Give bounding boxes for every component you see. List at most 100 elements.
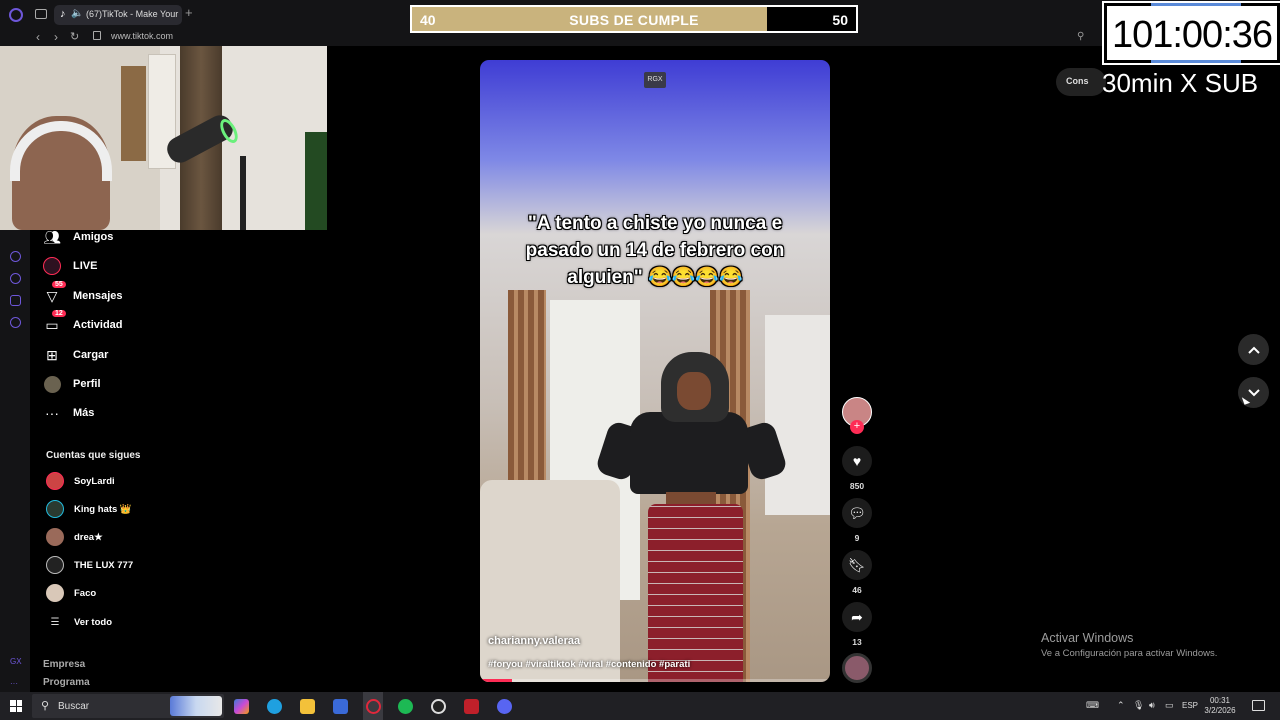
edge-icon[interactable] (267, 699, 282, 714)
avatar (46, 472, 64, 490)
music-disc-icon[interactable] (842, 653, 872, 683)
footer-link-empresa[interactable]: Empresa (43, 659, 85, 670)
search-highlight-image (170, 696, 222, 716)
sidebar-item-mas[interactable]: ··· Más (42, 402, 192, 424)
subs-goal-bar: 40 SUBS DE CUMPLE 50 (410, 5, 858, 33)
speaker-icon[interactable]: 🔈 (71, 8, 83, 19)
tab-title: (67)TikTok - Make Your Day (86, 9, 179, 19)
search-placeholder: Buscar (58, 701, 90, 712)
settings-icon[interactable] (10, 317, 21, 328)
timer-rate: 30min X SUB (1102, 68, 1259, 98)
new-tab-button[interactable]: + (185, 5, 193, 20)
more-icon: ··· (45, 405, 59, 421)
extensions-icon[interactable] (10, 295, 21, 306)
spotify-icon[interactable] (398, 699, 413, 714)
keyboard-icon[interactable]: ⌨ (1086, 700, 1099, 711)
save-button[interactable]: 🔖︎ (842, 550, 872, 580)
avatar (46, 584, 64, 602)
account-item[interactable]: drea★ (46, 527, 103, 547)
opera-logo-icon[interactable] (9, 8, 23, 22)
avatar (46, 528, 64, 546)
taskbar-clock[interactable]: 00:31 3/2/2026 (1200, 696, 1240, 716)
opera-gx-icon[interactable] (366, 699, 381, 714)
discord-icon[interactable] (497, 699, 512, 714)
friends-icon: 👥︎ (43, 228, 61, 245)
pin-icon[interactable]: ⚲ (1077, 31, 1084, 42)
chevron-down-icon (1247, 388, 1260, 396)
share-count: 13 (852, 637, 862, 647)
more-rail-icon[interactable]: ··· (10, 679, 18, 688)
cons-button[interactable]: Cons (1056, 68, 1106, 96)
messages-badge: 55 (52, 281, 66, 288)
tray-chevron-icon[interactable]: ⌃ (1117, 700, 1125, 711)
obs-icon[interactable] (431, 699, 446, 714)
see-all-link[interactable]: ☰ Ver todo (46, 612, 113, 632)
share-icon: ➦ (851, 608, 863, 625)
video-author[interactable]: charianny.valeraa (488, 635, 580, 647)
save-count: 46 (852, 585, 862, 595)
windows-taskbar: ⚲ Buscar ⌨ ⌃ 🎙︎ 🔊︎ ▭ ESP 00:31 3/2/2026 (0, 692, 1280, 720)
heart-icon: ♥ (852, 453, 862, 469)
bookmark-icon: 🔖︎ (848, 556, 866, 573)
chevron-up-icon (1247, 346, 1260, 354)
share-button[interactable]: ➦ (842, 602, 872, 632)
timer-digits: 101:00:36 (1111, 14, 1273, 56)
comment-button[interactable]: 💬︎ (842, 498, 872, 528)
account-item[interactable]: THE LUX 777 (46, 555, 133, 575)
video-caption: "A tento a chiste yo nunca e pasado un 1… (525, 213, 785, 288)
subs-goal-label: SUBS DE CUMPLE (569, 12, 699, 28)
like-button[interactable]: ♥ (842, 446, 872, 476)
reload-icon[interactable]: ↻ (70, 30, 79, 43)
like-count: 850 (849, 481, 865, 491)
language-indicator[interactable]: ESP (1182, 701, 1198, 710)
workspaces-icon[interactable] (35, 9, 47, 19)
sidebar-item-mensajes[interactable]: ▽ 55 Mensajes (42, 281, 192, 307)
webcam-overlay (0, 46, 327, 230)
upload-icon: ⊞ (46, 346, 58, 363)
account-item[interactable]: Faco (46, 583, 96, 603)
file-explorer-icon[interactable] (300, 699, 315, 714)
notifications-icon[interactable] (1252, 700, 1265, 711)
account-item[interactable]: SoyLardi (46, 471, 115, 491)
footer-link-programa[interactable]: Programa (43, 677, 90, 688)
microphone-icon[interactable]: 🎙︎ (1133, 700, 1144, 711)
following-section-title: Cuentas que sigues (46, 450, 141, 461)
next-video-button[interactable] (1238, 377, 1269, 408)
profile-icon (42, 374, 62, 394)
copilot-icon[interactable] (234, 699, 249, 714)
sidebar-item-cargar[interactable]: ⊞ Cargar (42, 344, 192, 366)
sidebar-item-perfil[interactable]: Perfil (42, 373, 192, 395)
subathon-timer: 101:00:36 (1104, 3, 1280, 63)
tab-tiktok[interactable]: ♪ 🔈 (67)TikTok - Make Your Day (54, 5, 182, 25)
follow-plus-icon[interactable]: + (850, 420, 864, 434)
activity-icon: ▭ 12 (42, 310, 66, 335)
address-bar[interactable]: www.tiktok.com (111, 31, 173, 41)
network-icon[interactable]: ▭ (1165, 700, 1174, 711)
back-icon[interactable]: ‹ (36, 30, 40, 44)
sidebar-item-live[interactable]: LIVE (42, 255, 192, 277)
sidebar-item-actividad[interactable]: ▭ 12 Actividad (42, 310, 192, 336)
capcut-icon[interactable] (464, 699, 479, 714)
store-icon[interactable] (333, 699, 348, 714)
screen: ♪ 🔈 (67)TikTok - Make Your Day + ‹ › ↻ w… (0, 0, 1280, 720)
video-player[interactable]: RGX "A tento a chiste yo nunca e pasado … (480, 60, 830, 682)
list-icon: ☰ (50, 616, 60, 628)
tiktok-icon: ♪ (60, 8, 66, 20)
player-icon[interactable] (10, 251, 21, 262)
video-watermark: RGX (644, 72, 666, 88)
history-icon[interactable] (10, 273, 21, 284)
previous-video-button[interactable] (1238, 334, 1269, 365)
forward-icon[interactable]: › (54, 30, 58, 44)
lock-icon (93, 31, 101, 40)
video-progress[interactable] (480, 679, 830, 682)
activity-badge: 12 (52, 310, 66, 317)
volume-icon[interactable]: 🔊︎ (1149, 700, 1155, 711)
video-hashtags[interactable]: #foryou #viraltiktok #viral #contenido #… (488, 659, 690, 670)
account-item[interactable]: King hats 👑 (46, 499, 132, 519)
comment-icon: 💬︎ (848, 504, 866, 521)
tiktok-sidebar: 👥︎ Amigos LIVE ▽ 55 Mensajes ▭ 12 Activida… (30, 228, 192, 692)
avatar (46, 500, 64, 518)
gx-icon[interactable]: GX (10, 657, 22, 666)
taskbar-search[interactable]: ⚲ Buscar (32, 694, 224, 718)
windows-start-icon[interactable] (10, 700, 22, 712)
